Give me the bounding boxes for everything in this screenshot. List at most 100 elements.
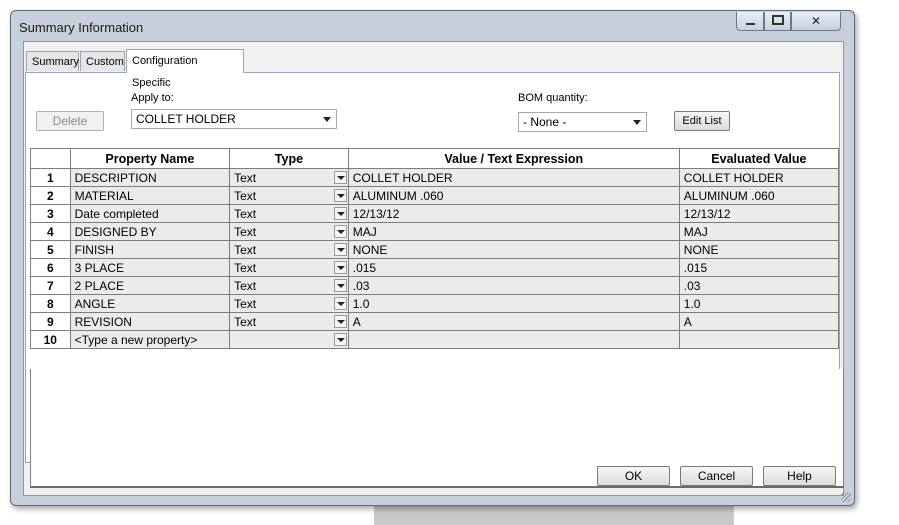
row-number[interactable]: 7 bbox=[30, 276, 71, 295]
chevron-down-icon bbox=[633, 120, 641, 125]
new-property-cell[interactable]: <Type a new property> bbox=[69, 330, 231, 349]
evaluated-value-cell: NONE bbox=[678, 240, 840, 259]
row-number[interactable]: 9 bbox=[30, 312, 71, 331]
table-row: 1 DESCRIPTION Text COLLET HOLDER COLLET … bbox=[30, 168, 840, 187]
property-name-cell[interactable]: FINISH bbox=[69, 240, 231, 259]
type-cell[interactable] bbox=[229, 330, 349, 349]
dropdown-arrow-icon[interactable] bbox=[333, 297, 347, 310]
background-window-strip bbox=[374, 506, 734, 525]
property-name-cell[interactable]: MATERIAL bbox=[69, 186, 231, 205]
row-number[interactable]: 3 bbox=[30, 204, 71, 223]
value-cell[interactable]: COLLET HOLDER bbox=[347, 168, 680, 187]
property-name-cell[interactable]: REVISION bbox=[69, 312, 231, 331]
row-number[interactable]: 6 bbox=[30, 258, 71, 277]
value-cell[interactable]: MAJ bbox=[347, 222, 680, 241]
row-number[interactable]: 5 bbox=[30, 240, 71, 259]
type-value: Text bbox=[234, 188, 257, 203]
type-cell[interactable]: Text bbox=[229, 258, 349, 277]
value-cell[interactable]: ALUMINUM .060 bbox=[347, 186, 680, 205]
dropdown-arrow-icon[interactable] bbox=[333, 333, 347, 346]
type-value: Text bbox=[234, 242, 257, 257]
summary-information-dialog: Summary Information ✕ Summary Custom Con… bbox=[10, 10, 855, 506]
maximize-button[interactable] bbox=[764, 12, 791, 31]
evaluated-value-cell: ALUMINUM .060 bbox=[678, 186, 840, 205]
value-cell[interactable]: 12/13/12 bbox=[347, 204, 680, 223]
minimize-icon bbox=[745, 23, 755, 25]
configuration-specific-panel: Delete Apply to: COLLET HOLDER BOM quant… bbox=[25, 72, 844, 488]
property-name-cell[interactable]: DESIGNED BY bbox=[69, 222, 231, 241]
resize-grip-icon[interactable] bbox=[841, 492, 851, 502]
table-row: 5 FINISH Text NONE NONE bbox=[30, 240, 840, 259]
type-cell[interactable]: Text bbox=[229, 204, 349, 223]
cancel-button[interactable]: Cancel bbox=[680, 466, 753, 486]
apply-to-select[interactable]: COLLET HOLDER bbox=[131, 109, 337, 129]
type-cell[interactable]: Text bbox=[229, 168, 349, 187]
table-row: 3 Date completed Text 12/13/12 12/13/12 bbox=[30, 204, 840, 223]
value-cell[interactable]: .015 bbox=[347, 258, 680, 277]
tab-configuration-specific[interactable]: Configuration Specific bbox=[126, 49, 244, 89]
type-value: Text bbox=[234, 260, 257, 275]
value-cell[interactable]: .03 bbox=[347, 276, 680, 295]
chevron-down-icon bbox=[323, 117, 331, 122]
close-button[interactable]: ✕ bbox=[791, 12, 841, 31]
row-number[interactable]: 4 bbox=[30, 222, 71, 241]
dropdown-arrow-icon[interactable] bbox=[333, 189, 347, 202]
table-row: 8 ANGLE Text 1.0 1.0 bbox=[30, 294, 840, 313]
type-cell[interactable]: Text bbox=[229, 294, 349, 313]
type-cell[interactable]: Text bbox=[229, 222, 349, 241]
table-row: 4 DESIGNED BY Text MAJ MAJ bbox=[30, 222, 840, 241]
ok-button[interactable]: OK bbox=[597, 466, 670, 486]
dropdown-arrow-icon[interactable] bbox=[333, 225, 347, 238]
table-row: 7 2 PLACE Text .03 .03 bbox=[30, 276, 840, 295]
delete-button[interactable]: Delete bbox=[36, 111, 104, 131]
property-name-cell[interactable]: Date completed bbox=[69, 204, 231, 223]
dropdown-arrow-icon[interactable] bbox=[333, 261, 347, 274]
type-value: Text bbox=[234, 278, 257, 293]
edit-list-button[interactable]: Edit List bbox=[674, 111, 730, 131]
type-cell[interactable]: Text bbox=[229, 276, 349, 295]
dropdown-arrow-icon[interactable] bbox=[333, 207, 347, 220]
type-value: Text bbox=[234, 170, 257, 185]
dropdown-arrow-icon[interactable] bbox=[333, 243, 347, 256]
property-name-cell[interactable]: 2 PLACE bbox=[69, 276, 231, 295]
properties-table: Property Name Type Value / Text Expressi… bbox=[30, 148, 840, 349]
evaluated-value-cell: .03 bbox=[678, 276, 840, 295]
bom-quantity-value: - None - bbox=[523, 115, 567, 129]
dropdown-arrow-icon[interactable] bbox=[333, 315, 347, 328]
column-header-value[interactable]: Value / Text Expression bbox=[347, 148, 680, 169]
dropdown-arrow-icon[interactable] bbox=[333, 171, 347, 184]
property-name-cell[interactable]: DESCRIPTION bbox=[69, 168, 231, 187]
table-header-row: Property Name Type Value / Text Expressi… bbox=[30, 148, 840, 169]
type-value: Text bbox=[234, 314, 257, 329]
type-cell[interactable]: Text bbox=[229, 240, 349, 259]
table-row: 6 3 PLACE Text .015 .015 bbox=[30, 258, 840, 277]
row-number[interactable]: 10 bbox=[30, 330, 71, 349]
evaluated-value-cell: MAJ bbox=[678, 222, 840, 241]
type-cell[interactable]: Text bbox=[229, 186, 349, 205]
corner-header[interactable] bbox=[30, 148, 71, 169]
apply-to-value: COLLET HOLDER bbox=[136, 112, 236, 126]
type-cell[interactable]: Text bbox=[229, 312, 349, 331]
property-name-cell[interactable]: ANGLE bbox=[69, 294, 231, 313]
bom-quantity-select[interactable]: - None - bbox=[518, 112, 647, 132]
evaluated-value-cell: 1.0 bbox=[678, 294, 840, 313]
property-name-cell[interactable]: 3 PLACE bbox=[69, 258, 231, 277]
tab-summary[interactable]: Summary bbox=[26, 51, 79, 71]
column-header-evaluated-value[interactable]: Evaluated Value bbox=[678, 148, 840, 169]
row-number[interactable]: 2 bbox=[30, 186, 71, 205]
column-header-type[interactable]: Type bbox=[229, 148, 349, 169]
row-number[interactable]: 1 bbox=[30, 168, 71, 187]
column-header-property-name[interactable]: Property Name bbox=[69, 148, 231, 169]
value-cell[interactable] bbox=[347, 330, 680, 349]
value-cell[interactable]: A bbox=[347, 312, 680, 331]
value-cell[interactable]: 1.0 bbox=[347, 294, 680, 313]
tab-custom[interactable]: Custom bbox=[80, 51, 125, 71]
value-cell[interactable]: NONE bbox=[347, 240, 680, 259]
help-button[interactable]: Help bbox=[763, 466, 836, 486]
dropdown-arrow-icon[interactable] bbox=[333, 279, 347, 292]
minimize-button[interactable] bbox=[736, 12, 764, 31]
type-value: Text bbox=[234, 224, 257, 239]
window-title: Summary Information bbox=[19, 20, 144, 35]
row-number[interactable]: 8 bbox=[30, 294, 71, 313]
maximize-icon bbox=[771, 15, 784, 25]
